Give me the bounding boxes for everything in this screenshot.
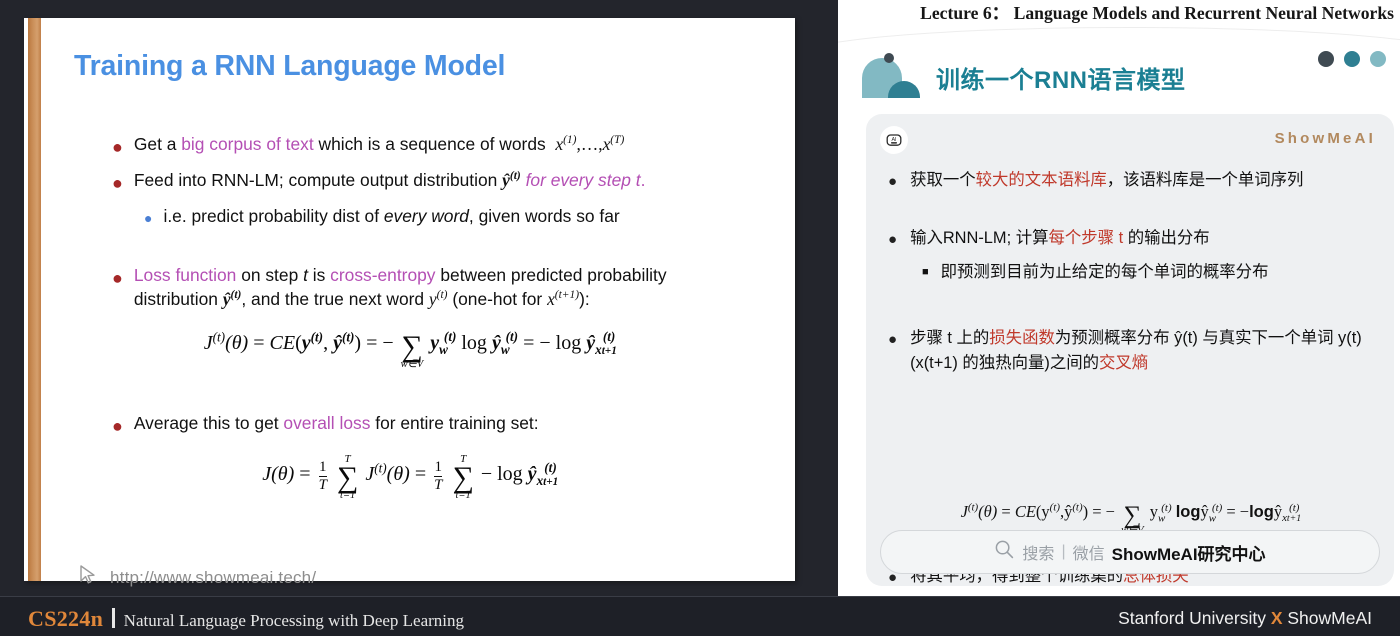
slide-equation-2: J(θ) = 1T T ∑ t=1 J(t)(θ) = 1T T ∑ t=1 −… bbox=[262, 453, 559, 501]
slide-card: Training a RNN Language Model ● Get a bi… bbox=[24, 18, 795, 587]
zh-equation-1: J(t)(θ) = CE(y(t),ŷ(t)) = − ∑w∈V yw(t) l… bbox=[866, 492, 1394, 536]
slide-bullet-average-text: Average this to get overall loss for ent… bbox=[133, 413, 539, 433]
zh-bullet-1: ● 获取一个较大的文本语料库，该语料库是一个单词序列 bbox=[888, 168, 1303, 193]
highlight-big-corpus: big corpus of text bbox=[181, 134, 314, 154]
bullet-marker: ● bbox=[888, 173, 898, 190]
course-code: CS224n bbox=[28, 606, 104, 631]
zh-bullet-2: ● 输入RNN-LM; 计算每个步骤 t 的输出分布 bbox=[888, 226, 1210, 251]
summation-symbol: ∑ w∈V bbox=[400, 330, 424, 370]
zh-bullet-loss-text: 步骤 t 上的损失函数为预测概率分布 ŷ(t) 与真实下一个单词 y(t) (x… bbox=[910, 329, 1362, 373]
bullet-marker: ● bbox=[888, 231, 898, 248]
bullet-marker: ● bbox=[888, 331, 898, 348]
search-icon bbox=[994, 539, 1015, 565]
bullet-marker: ● bbox=[112, 137, 123, 157]
search-channel: 微信 bbox=[1072, 546, 1105, 563]
zh-bullet-1-text: 获取一个较大的文本语料库，该语料库是一个单词序列 bbox=[910, 171, 1304, 189]
slide-bullet-loss: ● Loss function on step t is cross-entro… bbox=[112, 263, 794, 311]
content-card: AI ShowMeAI ● 获取一个较大的文本语料库，该语料库是一个单词序列 ●… bbox=[866, 114, 1394, 636]
bottom-bar: CS224n Natural Language Processing with … bbox=[0, 596, 1400, 636]
bullet-marker: ● bbox=[112, 268, 123, 288]
zh-bullet-3: ■ 即预测到目前为止给定的每个单词的概率分布 bbox=[922, 260, 1268, 285]
search-separator: | bbox=[1061, 543, 1066, 560]
bullet-marker-sub: ● bbox=[144, 210, 153, 226]
zh-bullet-3-text: 即预测到目前为止给定的每个单词的概率分布 bbox=[940, 263, 1269, 281]
footer-url[interactable]: http://www.showmeai.tech/ bbox=[110, 568, 316, 588]
slide-bullet-3-text: i.e. predict probability dist of every w… bbox=[163, 206, 620, 226]
lecture-title: Lecture 6： Language Models and Recurrent… bbox=[920, 3, 1394, 23]
zh-section-title: 训练一个RNN语言模型 bbox=[936, 67, 1186, 94]
slide-bullet-loss-text: Loss function on step t is cross-entropy… bbox=[133, 265, 667, 310]
slide-bullet-1: ● Get a big corpus of text which is a se… bbox=[112, 132, 624, 156]
slide-bullet-1-text: Get a big corpus of text which is a sequ… bbox=[133, 134, 625, 154]
search-bar[interactable]: 搜索 | 微信 ShowMeAI研究中心 bbox=[880, 530, 1380, 574]
bullet-marker: ● bbox=[112, 173, 123, 193]
cursor-arrow-icon bbox=[76, 563, 100, 592]
brand-divider bbox=[112, 608, 115, 628]
highlight-overall-loss: overall loss bbox=[283, 413, 371, 433]
course-name: Natural Language Processing with Deep Le… bbox=[123, 611, 465, 630]
slide-bullet-3: ● i.e. predict probability dist of every… bbox=[144, 204, 620, 228]
zh-bullet-loss: ● 步骤 t 上的损失函数为预测概率分布 ŷ(t) 与真实下一个单词 y(t) … bbox=[888, 326, 1382, 377]
zh-bullet-2-text: 输入RNN-LM; 计算每个步骤 t 的输出分布 bbox=[910, 229, 1210, 247]
highlight-every-step: for every step t bbox=[525, 170, 641, 190]
search-placeholder: 搜索 bbox=[1022, 546, 1055, 563]
decorative-dots bbox=[1318, 51, 1386, 67]
partner-brand: Stanford University X ShowMeAI bbox=[1118, 608, 1372, 628]
slide-equation-1: J(t)(θ) = CE(y(t), ŷ(t)) = − ∑ w∈V yw(t)… bbox=[24, 321, 795, 370]
ai-robot-icon: AI bbox=[880, 126, 908, 154]
brand-mark-icon bbox=[862, 53, 924, 98]
slide-bullet-2-text: Feed into RNN-LM; compute output distrib… bbox=[133, 170, 646, 190]
search-brand: ShowMeAI研究中心 bbox=[1111, 544, 1266, 564]
slide-bullet-2: ● Feed into RNN-LM; compute output distr… bbox=[112, 168, 645, 192]
bullet-marker-square: ■ bbox=[922, 266, 929, 278]
slide-panel: Training a RNN Language Model ● Get a bi… bbox=[0, 0, 838, 596]
bullet-marker: ● bbox=[112, 416, 123, 436]
summation-symbol: T ∑ t=1 bbox=[336, 453, 359, 501]
course-brand: CS224n Natural Language Processing with … bbox=[28, 606, 464, 632]
slide-footer: http://www.showmeai.tech/ bbox=[76, 563, 316, 592]
summation-symbol: T ∑ t=1 bbox=[452, 453, 474, 501]
showmeai-watermark: ShowMeAI bbox=[1274, 130, 1376, 147]
slide-title: Training a RNN Language Model bbox=[74, 50, 506, 82]
slide-bullet-average: ● Average this to get overall loss for e… bbox=[112, 411, 539, 435]
